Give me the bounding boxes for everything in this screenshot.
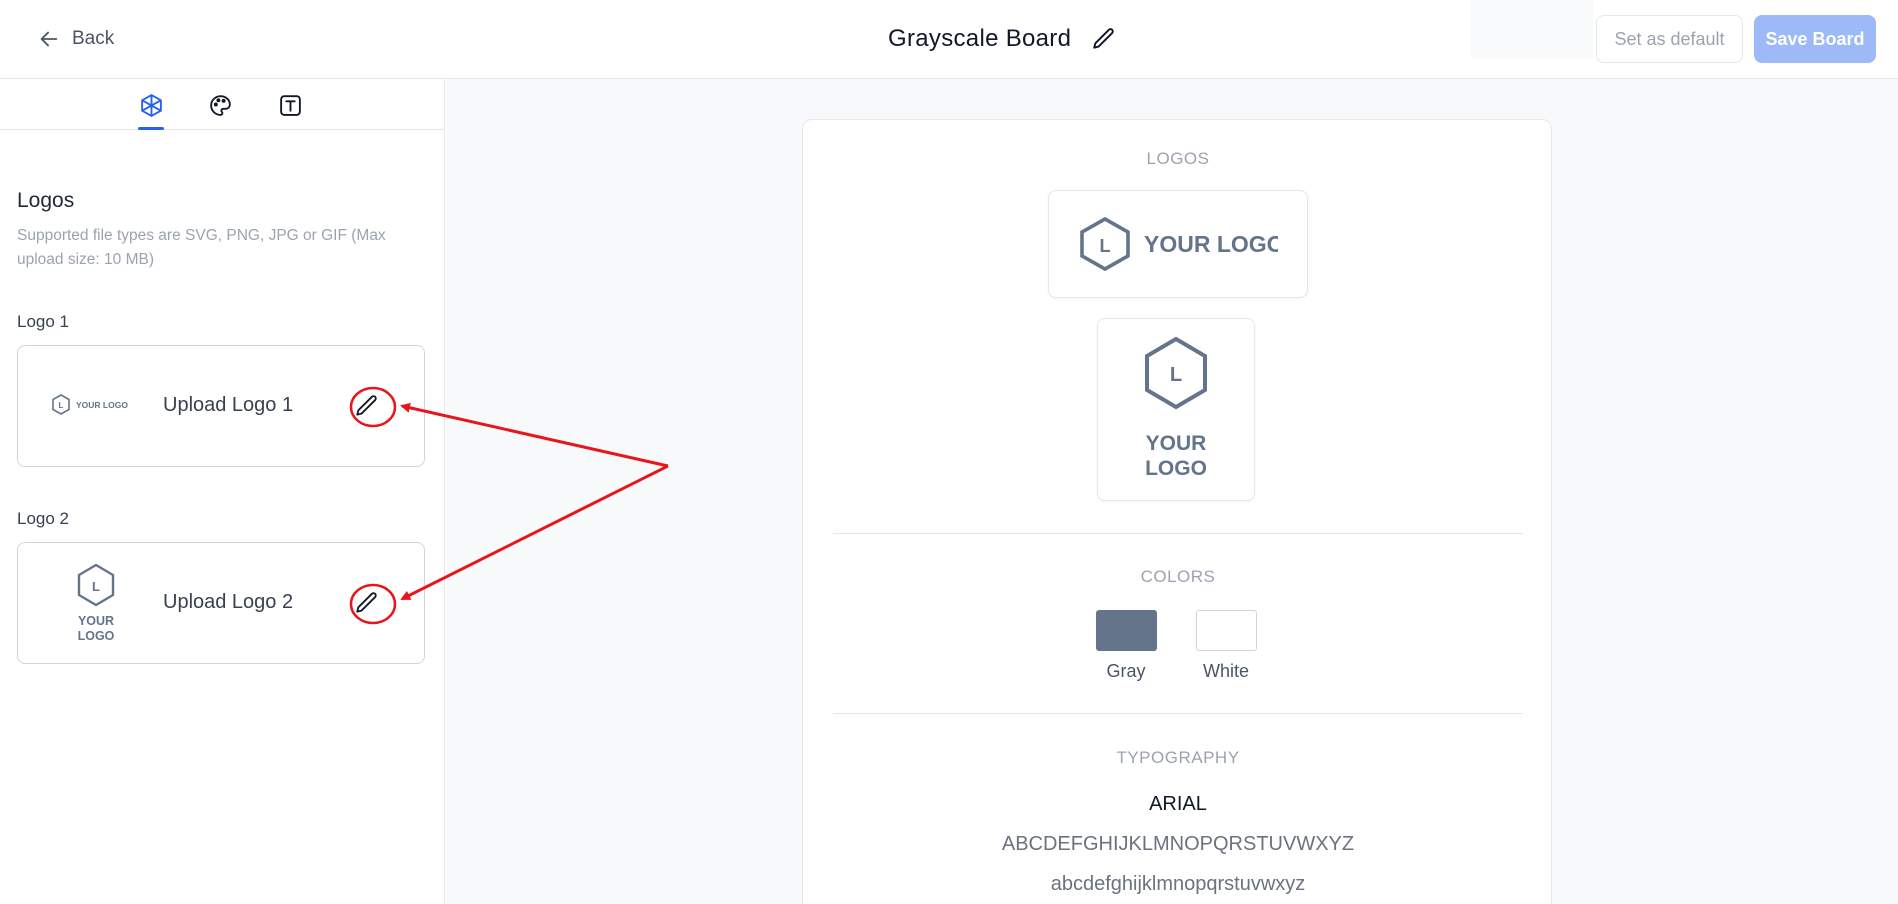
logo-2-thumb-line1: YOUR: [77, 614, 113, 628]
horizontal-logo-preview: L YOUR LOGO: [1048, 190, 1308, 298]
edit-logo-2-button[interactable]: [350, 586, 384, 620]
board-title-group: Grayscale Board: [888, 20, 1117, 58]
cube-icon: [140, 93, 162, 117]
hexagon-logo-icon: L YOUR LOGO: [77, 563, 114, 643]
back-button[interactable]: Back: [38, 24, 114, 54]
pencil-icon: [356, 395, 377, 416]
vertical-logo-letter: L: [1170, 364, 1182, 386]
set-as-default-button[interactable]: Set as default: [1596, 15, 1743, 63]
top-header: Back Grayscale Board Set as default Save…: [0, 0, 1898, 79]
sidebar: Logos Supported file types are SVG, PNG,…: [0, 79, 445, 904]
logo-2-thumbnail: L YOUR LOGO: [38, 543, 153, 663]
tab-logos[interactable]: [137, 91, 165, 119]
main-preview-area: LOGOS L YOUR LOGO L YOUR LOGO COLORS Gra…: [446, 79, 1898, 904]
logo-2-thumb-line2: LOGO: [77, 629, 114, 643]
logos-section-title: Logos: [17, 189, 75, 212]
logo-1-label: Logo 1: [17, 312, 69, 331]
tab-typography[interactable]: [276, 91, 304, 119]
color-swatch-white[interactable]: [1196, 610, 1257, 651]
save-board-button[interactable]: Save Board: [1754, 15, 1876, 63]
horizontal-logo-letter: L: [1100, 236, 1111, 256]
sidebar-tab-bar: [0, 79, 445, 130]
color-label-white: White: [1202, 661, 1249, 681]
vertical-logo-preview: L YOUR LOGO: [1097, 318, 1255, 501]
edit-title-pencil-icon[interactable]: [1091, 26, 1117, 52]
edit-logo-1-button[interactable]: [350, 389, 384, 423]
hexagon-logo-icon: L YOUR LOGO: [1080, 216, 1278, 272]
horizontal-logo-text: YOUR LOGO: [1144, 231, 1278, 257]
logo-2-card[interactable]: L YOUR LOGO Upload Logo 2: [17, 542, 425, 664]
logos-section-description: Supported file types are SVG, PNG, JPG o…: [17, 227, 386, 268]
color-swatch-gray[interactable]: [1096, 610, 1157, 651]
lowercase-sample: abcdefghijklmnopqrstuvwxyz: [1050, 873, 1306, 895]
vertical-logo-line2: LOGO: [1145, 457, 1207, 480]
brand-board-preview: LOGOS L YOUR LOGO L YOUR LOGO COLORS Gra…: [802, 119, 1552, 904]
color-label-gray: Gray: [1106, 661, 1146, 681]
section-divider: [833, 533, 1523, 534]
logo-2-label: Logo 2: [17, 509, 69, 528]
palette-icon: [209, 94, 231, 116]
hexagon-logo-icon: L YOUR LOGO: [1145, 336, 1207, 480]
typography-heading: TYPOGRAPHY: [1116, 748, 1240, 767]
logo-1-card[interactable]: L YOUR LOGO Upload Logo 1: [17, 345, 425, 467]
vertical-logo-line1: YOUR: [1146, 432, 1207, 455]
uppercase-sample: ABCDEFGHIJKLMNOPQRSTUVWXYZ: [1001, 833, 1355, 855]
logos-heading: LOGOS: [1146, 149, 1210, 168]
font-name: ARIAL: [1149, 793, 1207, 815]
logo-1-thumb-text: YOUR LOGO: [76, 400, 128, 410]
header-placeholder: [1471, 0, 1593, 58]
colors-heading: COLORS: [1140, 567, 1216, 586]
arrow-left-icon: [40, 31, 58, 47]
text-type-icon: [279, 94, 301, 116]
logo-1-thumbnail: L YOUR LOGO: [38, 346, 153, 466]
upload-logo-2-text: Upload Logo 2: [163, 591, 294, 613]
logo-1-thumb-letter: L: [58, 401, 63, 410]
board-title: Grayscale Board: [888, 25, 1072, 52]
tab-colors[interactable]: [206, 91, 234, 119]
logo-2-thumb-letter: L: [92, 579, 100, 594]
section-divider: [833, 713, 1523, 714]
pencil-icon: [356, 592, 377, 613]
back-label: Back: [72, 28, 115, 49]
active-tab-indicator: [138, 127, 164, 130]
upload-logo-1-text: Upload Logo 1: [163, 394, 294, 416]
hexagon-logo-icon: L YOUR LOGO: [51, 394, 128, 415]
